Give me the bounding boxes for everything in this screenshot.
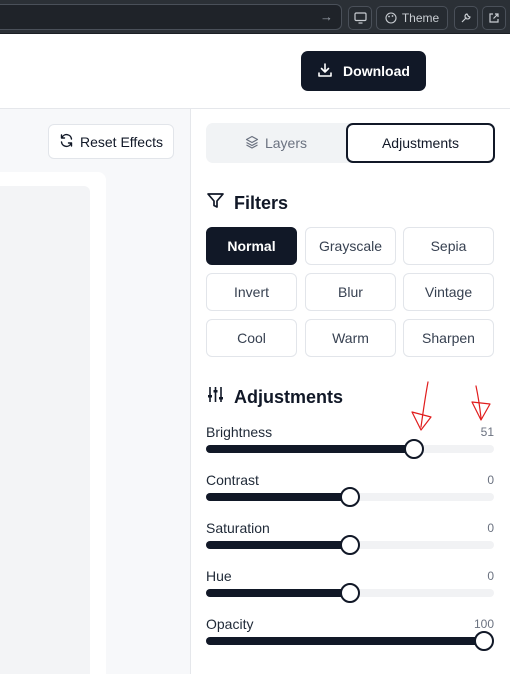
wrench-icon [460, 12, 472, 24]
reset-effects-button[interactable]: Reset Effects [48, 124, 174, 159]
opacity-slider-fill [206, 637, 484, 645]
download-icon [317, 62, 333, 81]
hue-label: Hue [206, 568, 232, 584]
download-label: Download [343, 63, 410, 79]
filter-vintage-button[interactable]: Vintage [403, 273, 494, 311]
hue-slider-fill [206, 589, 350, 597]
saturation-slider-thumb[interactable] [340, 535, 360, 555]
download-button[interactable]: Download [301, 51, 426, 91]
reset-effects-label: Reset Effects [79, 133, 163, 150]
brightness-slider[interactable] [206, 439, 494, 459]
filter-blur-button[interactable]: Blur [305, 273, 396, 311]
browser-toolbar: → Theme [0, 0, 510, 34]
refresh-icon [59, 133, 74, 151]
hue-value: 0 [487, 569, 494, 583]
filter-cool-button[interactable]: Cool [206, 319, 297, 357]
theme-label: Theme [401, 11, 440, 25]
saturation-slider-fill [206, 541, 350, 549]
external-link-icon [488, 12, 500, 24]
wrench-button[interactable] [454, 6, 478, 30]
arrow-right-icon[interactable]: → [320, 9, 333, 24]
saturation-value: 0 [487, 521, 494, 535]
tab-layers-label: Layers [264, 135, 308, 151]
tab-adjustments[interactable]: Adjustments [346, 123, 495, 163]
contrast-slider-thumb[interactable] [340, 487, 360, 507]
image-canvas[interactable] [0, 186, 90, 674]
adjustments-title: Adjustments [234, 386, 344, 407]
hue-slider[interactable] [206, 583, 494, 603]
contrast-value: 0 [487, 473, 494, 487]
external-link-button[interactable] [482, 6, 506, 30]
saturation-label: Saturation [206, 520, 270, 536]
filters-title: Filters [234, 192, 289, 213]
theme-button[interactable]: Theme [376, 6, 448, 30]
sliders-icon [206, 385, 225, 409]
palette-icon [385, 12, 397, 24]
tab-layers[interactable]: Layers [206, 123, 346, 163]
opacity-slider[interactable] [206, 631, 494, 651]
opacity-slider-thumb[interactable] [474, 631, 494, 651]
hue-slider-thumb[interactable] [340, 583, 360, 603]
monitor-button[interactable] [348, 6, 372, 30]
contrast-slider[interactable] [206, 487, 494, 507]
panel-tabs: Layers Adjustments [206, 123, 495, 163]
contrast-slider-fill [206, 493, 350, 501]
saturation-slider[interactable] [206, 535, 494, 555]
filter-icon [206, 191, 225, 215]
filter-grayscale-button[interactable]: Grayscale [305, 227, 396, 265]
opacity-value: 100 [473, 617, 494, 631]
opacity-label: Opacity [206, 616, 254, 632]
brightness-label: Brightness [206, 424, 273, 440]
filter-invert-button[interactable]: Invert [206, 273, 297, 311]
brightness-slider-fill [206, 445, 415, 453]
filter-sharpen-button[interactable]: Sharpen [403, 319, 494, 357]
brightness-value: 51 [480, 425, 494, 439]
filter-warm-button[interactable]: Warm [305, 319, 396, 357]
filter-sepia-button[interactable]: Sepia [403, 227, 494, 265]
adjustments-heading: Adjustments [206, 385, 343, 409]
monitor-icon [353, 12, 367, 24]
contrast-label: Contrast [206, 472, 259, 488]
filter-normal-button[interactable]: Normal [206, 227, 297, 265]
layers-icon [245, 135, 259, 152]
url-field[interactable]: → [0, 4, 342, 30]
tab-adjustments-label: Adjustments [381, 135, 460, 151]
filters-heading: Filters [206, 191, 288, 215]
